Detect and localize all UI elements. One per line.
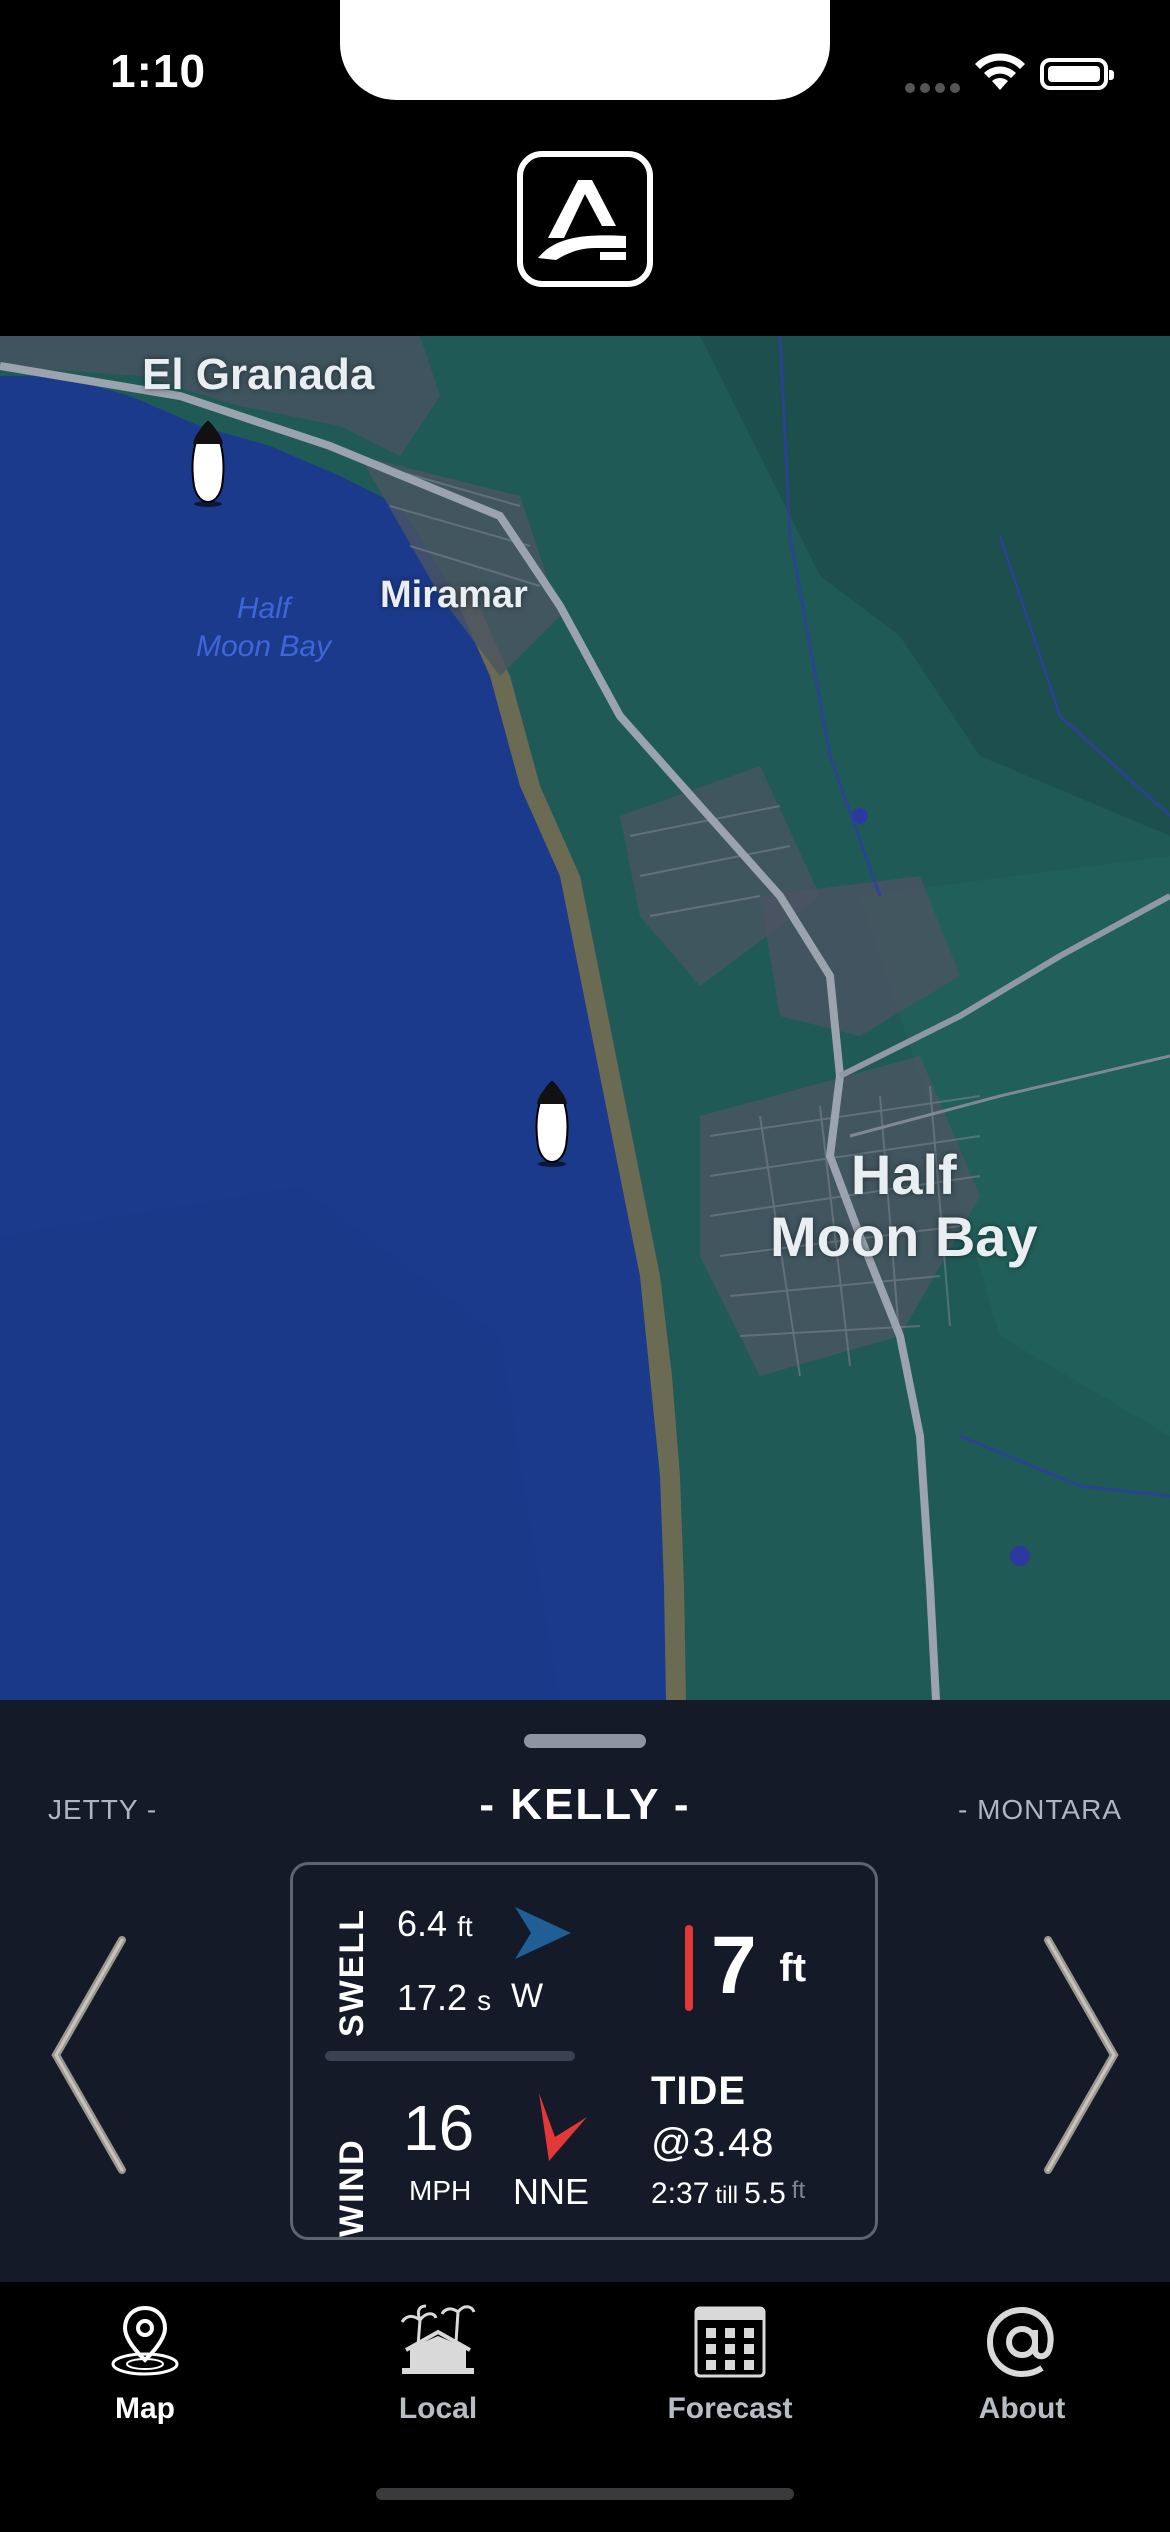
tab-label: Local: [398, 2392, 478, 2425]
map-label-line: Half: [236, 592, 291, 625]
next-spot-link[interactable]: - MONTARA: [958, 1794, 1122, 1826]
tide-next: 2:37 till 5.5 ft: [651, 2177, 805, 2211]
map-label-half-moon-bay-town: Half Moon Bay: [770, 1144, 1038, 1268]
calendar-grid-icon: [694, 2306, 766, 2378]
tide-label: TIDE: [651, 2069, 747, 2113]
map-label-line: Half: [850, 1143, 957, 1206]
swell-height: 6.4 ft: [397, 1903, 473, 1945]
wind-direction-arrow-icon: [539, 2093, 587, 2161]
surf-height-unit: ft: [779, 1946, 807, 1990]
swell-direction: W: [511, 1977, 544, 2015]
tab-label: Forecast: [667, 2392, 793, 2425]
spot-panel: JETTY - - KELLY - - MONTARA SWELL 6.4 ft…: [0, 1700, 1170, 2282]
at-sign-icon: [986, 2306, 1054, 2378]
cellular-signal-icon: [905, 80, 965, 98]
status-bar: 1:10: [0, 0, 1170, 150]
map-label-line: Moon Bay: [196, 630, 332, 663]
palm-house-icon: [400, 2304, 476, 2374]
wifi-icon: [975, 53, 1025, 90]
swell-period-value: 17.2: [397, 1977, 468, 2018]
map-view[interactable]: El Granada Miramar Half Moon Bay Half Mo…: [0, 336, 1170, 1700]
surf-height-value: 7: [711, 1920, 757, 2011]
tab-forecast[interactable]: Forecast: [630, 2302, 830, 2426]
map-tiles: [0, 336, 1170, 1700]
surfboard-marker-icon[interactable]: [530, 1080, 574, 1168]
tab-label: About: [978, 2392, 1066, 2425]
drag-handle[interactable]: [524, 1734, 646, 1748]
map-label-miramar: Miramar: [380, 574, 528, 616]
swell-height-unit: ft: [457, 1911, 473, 1942]
surf-height: 7 ft: [711, 1925, 806, 2007]
wind-direction: NNE: [513, 2171, 590, 2212]
app-screen: 1:10 El Granada Miramar Half Moon Bay Ha…: [0, 0, 1170, 2532]
conditions-card[interactable]: SWELL 6.4 ft 17.2 s W 7 ft WIND 16 MPH N…: [290, 1862, 878, 2240]
wind-unit: MPH: [409, 2175, 472, 2206]
swell-height-value: 6.4: [397, 1903, 448, 1944]
tide-till: till: [715, 2182, 739, 2209]
section-divider: [325, 2051, 575, 2061]
swell-direction-arrow-icon: [515, 1907, 571, 1959]
tide-next-unit: ft: [791, 2177, 806, 2204]
wind-speed: 16: [403, 2092, 475, 2164]
tab-about[interactable]: About: [922, 2302, 1122, 2426]
tide-current: @3.48: [651, 2121, 775, 2165]
tide-next-time: 2:37: [651, 2177, 710, 2210]
swell-label: SWELL: [333, 1908, 371, 2037]
chevron-left-icon[interactable]: [46, 1930, 136, 2180]
device-notch: [340, 0, 830, 100]
tab-map[interactable]: Map: [45, 2302, 245, 2426]
wind-label: WIND: [333, 2138, 371, 2237]
map-label-line: Moon Bay: [770, 1205, 1038, 1268]
battery-icon: [1040, 58, 1114, 90]
map-label-el-granada: El Granada: [142, 350, 375, 399]
swell-period: 17.2 s: [397, 1977, 491, 2019]
status-time: 1:10: [110, 45, 207, 97]
map-label-half-moon-bay-water: Half Moon Bay: [196, 590, 331, 666]
tab-local[interactable]: Local: [338, 2302, 538, 2426]
swell-period-unit: s: [477, 1985, 492, 2016]
tab-label: Map: [115, 2392, 175, 2425]
surfboard-marker-icon[interactable]: [186, 420, 230, 508]
tide-next-height: 5.5: [744, 2177, 786, 2210]
home-indicator[interactable]: [376, 2488, 794, 2500]
surf-height-bar: [685, 1925, 693, 2011]
chevron-right-icon[interactable]: [1034, 1930, 1124, 2180]
app-logo-icon: [517, 151, 653, 287]
map-pin-icon: [111, 2305, 179, 2376]
